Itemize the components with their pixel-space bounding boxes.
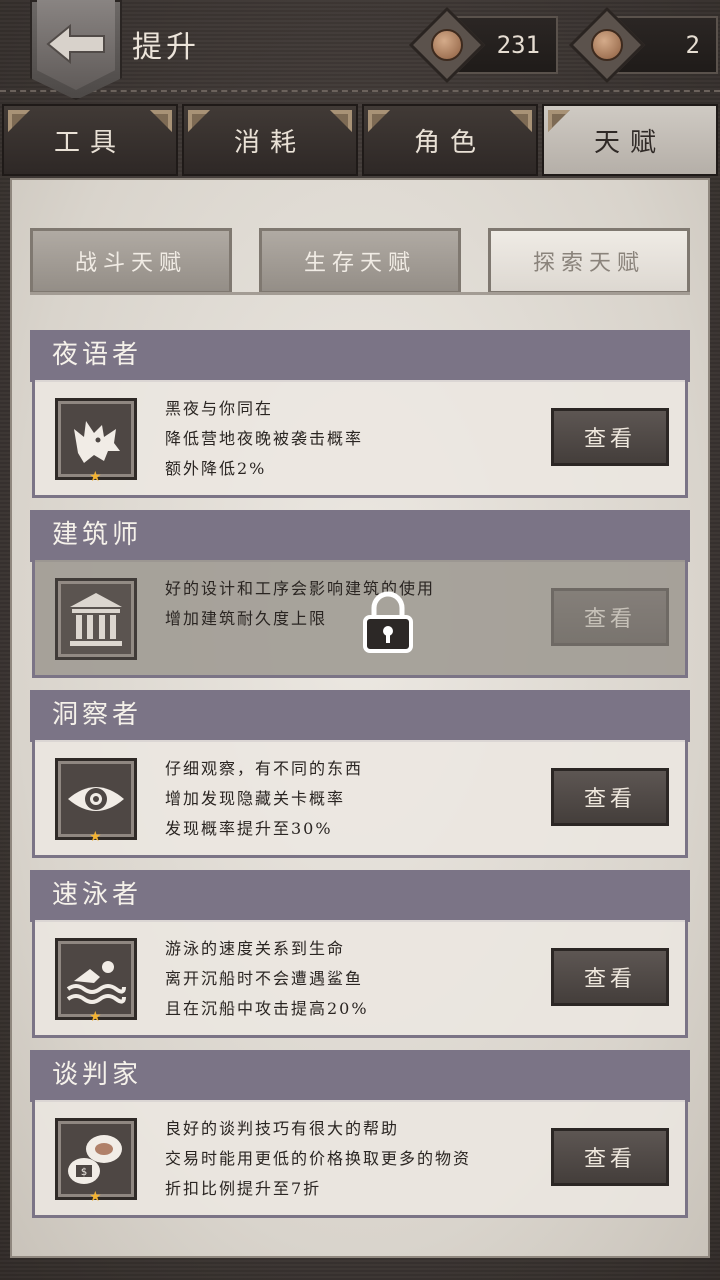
talent-body: ★ 仔细观察，有不同的东西 增加发现隐藏关卡概率 发现概率提升至30% 查看 — [32, 740, 688, 858]
description-line: 额外降低2% — [165, 459, 267, 478]
talent-card: 谈判家 $ ★ 良好的谈判技巧有很大的帮助 交易时能用更低的价格换取更多的物资 … — [30, 1050, 690, 1220]
talent-name: 夜语者 — [30, 330, 690, 382]
tab-label: 工具 — [53, 127, 126, 158]
tab-label: 天赋 — [593, 127, 666, 158]
talent-card: 速泳者 ★ 游泳的速度关系到生命 离开沉船时不会遭遇鲨鱼 且在沉船中攻击提高20… — [30, 870, 690, 1040]
talent-description: 黑夜与你同在 降低营地夜晚被袭击概率 额外降低2% — [165, 394, 545, 484]
currency-display-1: 231 — [408, 6, 560, 84]
view-button[interactable]: 查看 — [551, 408, 669, 466]
talent-body: ★ 游泳的速度关系到生命 离开沉船时不会遭遇鲨鱼 且在沉船中攻击提高20% 查看 — [32, 920, 688, 1038]
swimmer-icon: ★ — [55, 938, 137, 1025]
currency-display-2: 2 — [568, 6, 718, 84]
subtabs: 战斗天赋 生存天赋 探索天赋 — [30, 228, 690, 294]
talent-description: 仔细观察，有不同的东西 增加发现隐藏关卡概率 发现概率提升至30% — [165, 754, 545, 844]
subtab-divider — [30, 292, 690, 295]
subtab-combat[interactable]: 战斗天赋 — [30, 228, 232, 294]
back-arrow-icon[interactable] — [44, 22, 108, 66]
description-line: 降低营地夜晚被袭击概率 — [165, 429, 364, 448]
eye-icon: ★ — [55, 758, 137, 845]
talent-name: 建筑师 — [30, 510, 690, 562]
svg-text:$: $ — [81, 1167, 87, 1178]
talent-card: 夜语者 ★ 黑夜与你同在 降低营地夜晚被袭击概率 额外降低2% 查看 — [30, 330, 690, 500]
talent-description: 游泳的速度关系到生命 离开沉船时不会遭遇鲨鱼 且在沉船中攻击提高20% — [165, 934, 545, 1024]
star-icon: ★ — [89, 1009, 102, 1025]
star-icon: ★ — [89, 469, 102, 485]
description-line: 离开沉船时不会遭遇鲨鱼 — [165, 969, 364, 988]
talent-name: 洞察者 — [30, 690, 690, 742]
corner-ornament-icon — [368, 110, 390, 132]
talent-description: 良好的谈判技巧有很大的帮助 交易时能用更低的价格换取更多的物资 折扣比例提升至7… — [165, 1114, 545, 1204]
corner-ornament-icon — [8, 110, 30, 132]
lock-icon — [363, 591, 413, 653]
corner-ornament-icon — [510, 110, 532, 132]
tab-talents[interactable]: 天赋 — [542, 104, 718, 176]
description-line: 黑夜与你同在 — [165, 399, 274, 418]
tab-consumables[interactable]: 消耗 — [182, 104, 358, 176]
subtab-exploration[interactable]: 探索天赋 — [488, 228, 690, 294]
coin-icon — [431, 29, 463, 61]
view-button[interactable]: 查看 — [551, 768, 669, 826]
tab-label: 角色 — [413, 127, 486, 158]
talent-body: $ ★ 良好的谈判技巧有很大的帮助 交易时能用更低的价格换取更多的物资 折扣比例… — [32, 1100, 688, 1218]
description-line: 增加建筑耐久度上限 — [165, 609, 328, 628]
star-icon: ★ — [89, 1189, 102, 1205]
description-line: 折扣比例提升至7折 — [165, 1179, 322, 1198]
description-line: 游泳的速度关系到生命 — [165, 939, 346, 958]
talent-body: ★ 黑夜与你同在 降低营地夜晚被袭击概率 额外降低2% 查看 — [32, 380, 688, 498]
description-line: 且在沉船中攻击提高20% — [165, 999, 369, 1018]
building-icon — [55, 578, 137, 660]
trade-icon: $ ★ — [55, 1118, 137, 1205]
talent-card: 建筑师 好的设计和工序会影响建筑的使用 增加建筑耐久度上限 查看 — [30, 510, 690, 680]
view-button[interactable]: 查看 — [551, 1128, 669, 1186]
corner-ornament-icon — [150, 110, 172, 132]
corner-ornament-icon — [330, 110, 352, 132]
talent-card: 洞察者 ★ 仔细观察，有不同的东西 增加发现隐藏关卡概率 发现概率提升至30% … — [30, 690, 690, 860]
page-title: 提升 — [132, 30, 200, 65]
description-line: 增加发现隐藏关卡概率 — [165, 789, 346, 808]
corner-ornament-icon — [548, 110, 570, 132]
talent-name: 谈判家 — [30, 1050, 690, 1102]
description-line: 好的设计和工序会影响建筑的使用 — [165, 579, 436, 598]
corner-ornament-icon — [188, 110, 210, 132]
star-icon: ★ — [89, 829, 102, 845]
description-line: 仔细观察，有不同的东西 — [165, 759, 364, 778]
description-line: 良好的谈判技巧有很大的帮助 — [165, 1119, 400, 1138]
subtab-survival[interactable]: 生存天赋 — [259, 228, 461, 294]
view-button[interactable]: 查看 — [551, 588, 669, 646]
coin-icon — [591, 29, 623, 61]
main-tabs: 工具 消耗 角色 天赋 — [0, 104, 720, 176]
view-button[interactable]: 查看 — [551, 948, 669, 1006]
wolf-icon: ★ — [55, 398, 137, 485]
talent-description: 好的设计和工序会影响建筑的使用 增加建筑耐久度上限 — [165, 574, 545, 634]
description-line: 交易时能用更低的价格换取更多的物资 — [165, 1149, 472, 1168]
tab-label: 消耗 — [233, 127, 306, 158]
tab-characters[interactable]: 角色 — [362, 104, 538, 176]
talent-name: 速泳者 — [30, 870, 690, 922]
stitch-line — [0, 90, 720, 92]
header: 提升 231 2 — [0, 0, 720, 100]
tab-tools[interactable]: 工具 — [2, 104, 178, 176]
description-line: 发现概率提升至30% — [165, 819, 333, 838]
